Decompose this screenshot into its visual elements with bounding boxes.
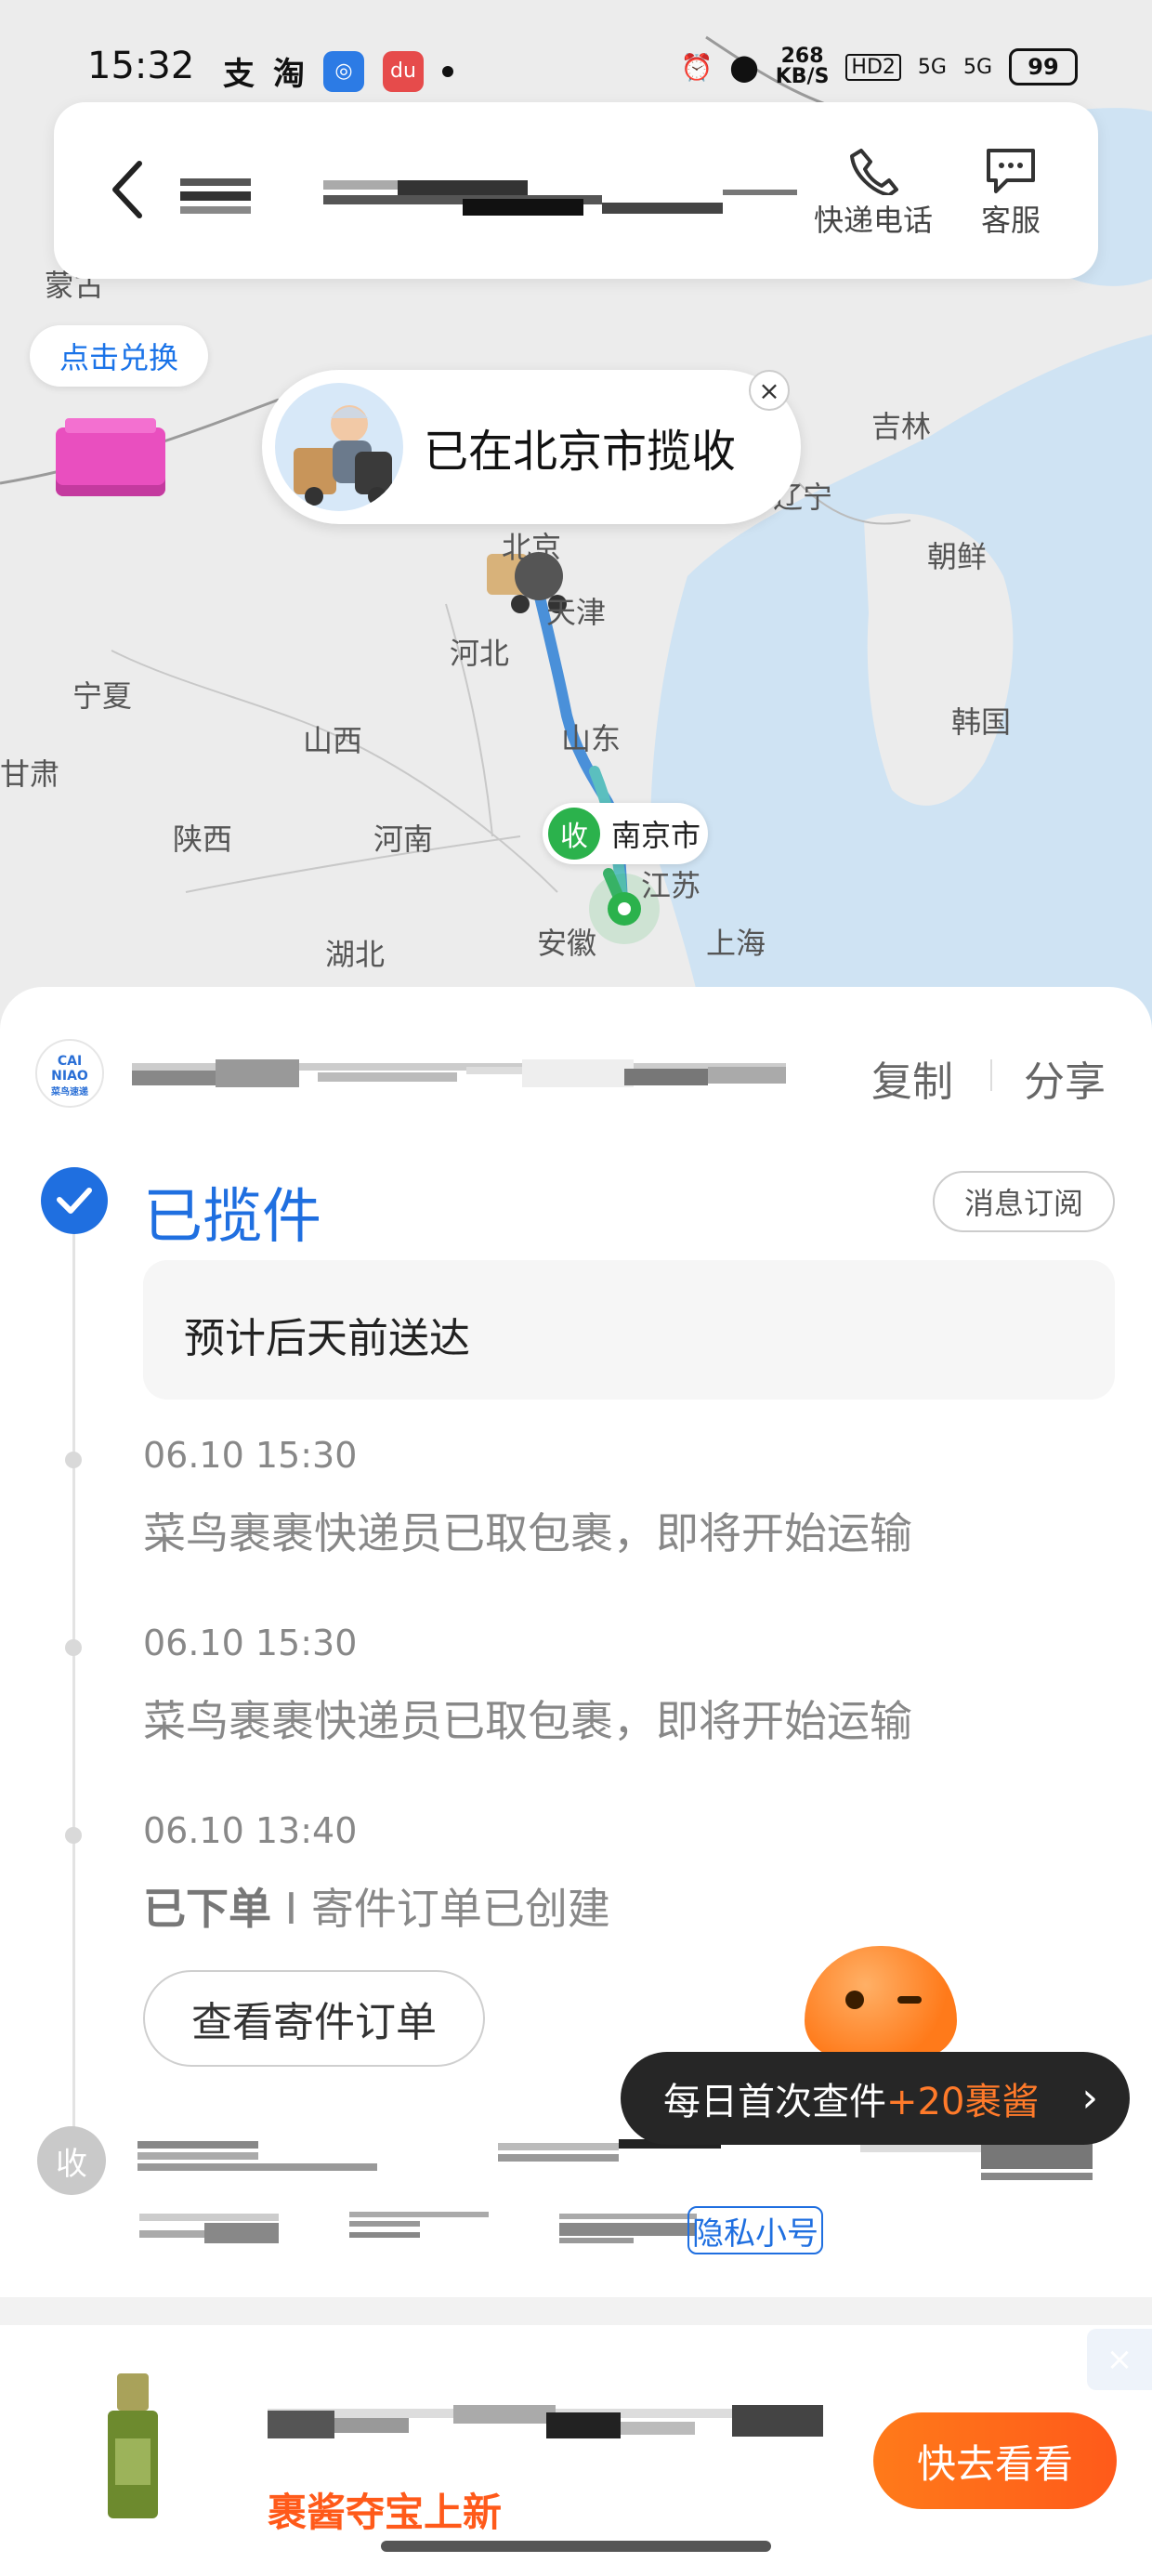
customer-service-label: 客服 [981,203,1041,238]
promo-text: 每日首次查件 [663,2081,886,2123]
receiver-badge: 收 [37,2126,106,2195]
section-separator [0,2297,1152,2325]
event-text: 菜鸟裹裹快递员已取包裹，即将开始运输 [143,1508,912,1558]
redacted-tracking-number [132,1059,786,1087]
status-title: 已揽件 [143,1183,321,1252]
hd-icon: HD2 [845,53,901,81]
ad-cta-button[interactable]: 快去看看 [873,2412,1117,2509]
courier-phone-label: 快递电话 [814,203,934,238]
timeline-event: 06.10 15:30 菜鸟裹裹快递员已取包裹，即将开始运输 [143,1435,912,1561]
map-label-shandong: 山东 [561,721,622,756]
chevron-right-icon: › [1081,2074,1098,2122]
subscribe-button[interactable]: 消息订阅 [933,1171,1115,1232]
event-text: 已下单 I 寄件订单已创建 [143,1875,610,1937]
phone-icon [850,149,898,195]
signal-icon-2: 5G [962,55,992,79]
map-label-beijing: 北京 [502,530,562,565]
map-label-shaanxi: 陕西 [173,821,233,857]
event-time: 06.10 13:40 [143,1810,358,1851]
more-notifications-icon [442,65,453,77]
map-label-jiangsu: 江苏 [641,868,701,903]
location-icon: ⬤ [729,51,759,83]
destination-city: 南京市 [611,818,701,853]
map-label-tianjin: 天津 [546,595,607,630]
baidu-icon: du [383,50,424,92]
map-label-henan: 河南 [373,821,434,857]
map-label-anhui: 安徽 [537,926,597,961]
map-label-jilin: 吉林 [871,409,932,444]
event-text: 菜鸟裹裹快递员已取包裹，即将开始运输 [143,1696,912,1746]
status-bar: 15:32 支 淘 ◎ du ⏰ ⬤ 268 KB/S HD2 5G 5G 99 [0,37,1152,102]
event-detail: 寄件订单已创建 [310,1884,610,1934]
taobao-icon: 淘 [273,56,305,93]
destination-pill: 收 南京市 [543,803,708,864]
signal-icon-1: 5G [917,55,947,79]
redeem-button[interactable]: 点击兑换 [30,325,208,387]
map-label-hubei: 湖北 [325,937,386,972]
ad-close-button[interactable]: × [1087,2329,1152,2390]
share-button[interactable]: 分享 [1024,1048,1106,1108]
event-time: 06.10 15:30 [143,1435,358,1476]
timeline-dot [65,1827,82,1844]
privacy-number-tag[interactable]: 隐私小号 [687,2206,823,2254]
back-button[interactable] [91,152,165,227]
map-label-hanguo: 韩国 [951,704,1012,740]
courier-avatar [275,383,403,511]
eta-box: 预计后天前送达 [143,1260,1115,1400]
app-notification-icon: ◎ [323,50,364,92]
redacted-receiver-phone [498,2139,1093,2180]
check-icon [41,1167,108,1234]
eta-text: 预计后天前送达 [184,1315,470,1362]
redacted-title [323,180,797,216]
map-label-gansu: 甘肃 [0,756,60,792]
battery-icon: 99 [1009,48,1078,85]
map-label-shanxi: 山西 [303,723,363,758]
timeline-dot [65,1639,82,1656]
timeline-event: 06.10 13:40 已下单 I 寄件订单已创建 [143,1810,610,1937]
notification-icons: 支 淘 ◎ du [223,48,453,94]
timeline-dot [65,1452,82,1468]
timeline-line [72,1175,75,2162]
event-time: 06.10 15:30 [143,1623,358,1663]
view-order-button[interactable]: 查看寄件订单 [143,1970,485,2067]
system-icons: ⏰ ⬤ 268 KB/S HD2 5G 5G 99 [680,46,1078,87]
network-speed: 268 KB/S [776,46,830,87]
timeline-event: 06.10 15:30 菜鸟裹裹快递员已取包裹，即将开始运输 [143,1623,912,1749]
header-card: 快递电话 客服 [54,102,1098,279]
map-label-chaoxian: 朝鲜 [927,539,988,574]
message-icon [987,149,1035,193]
redacted-receiver-name [137,2141,377,2171]
home-indicator[interactable] [381,2541,771,2552]
destination-badge: 收 [548,808,600,860]
alarm-icon: ⏰ [680,51,713,83]
pickup-status-bubble: 已在北京市揽收 × [262,370,801,524]
map-label-ningxia: 宁夏 [72,678,133,714]
redacted-receiver-address [139,2212,697,2243]
bottom-ad-banner[interactable]: 裹酱夺宝上新 快去看看 × [0,2325,1152,2576]
chevron-left-icon [112,161,142,218]
copy-button[interactable]: 复制 [871,1048,953,1108]
action-divider [990,1059,992,1091]
cainiao-logo: CAI NIAO 菜鸟速递 [35,1039,104,1108]
redacted-title-prefix [180,178,251,214]
network-speed-unit: KB/S [775,65,830,88]
event-bold: 已下单 [143,1884,271,1934]
pickup-status-text: 已在北京市揽收 [424,426,737,478]
event-separator: I [271,1884,311,1934]
redacted-ad-title [268,2405,823,2438]
product-bottle-image [108,2373,158,2518]
map-label-hebei: 河北 [450,636,510,671]
daily-check-promo[interactable]: 每日首次查件 +20裹酱 › [621,2052,1130,2145]
alipay-icon: 支 [223,56,255,93]
courier-phone-button[interactable]: 快递电话 [814,145,933,240]
customer-service-button[interactable]: 客服 [981,145,1041,240]
promo-highlight: +20裹酱 [886,2081,1040,2123]
bubble-close-button[interactable]: × [749,370,790,411]
map-label-shanghai: 上海 [706,926,766,961]
clock: 15:32 [87,45,195,87]
gift-box-image[interactable] [56,418,165,496]
ad-subtitle: 裹酱夺宝上新 [268,2490,503,2535]
